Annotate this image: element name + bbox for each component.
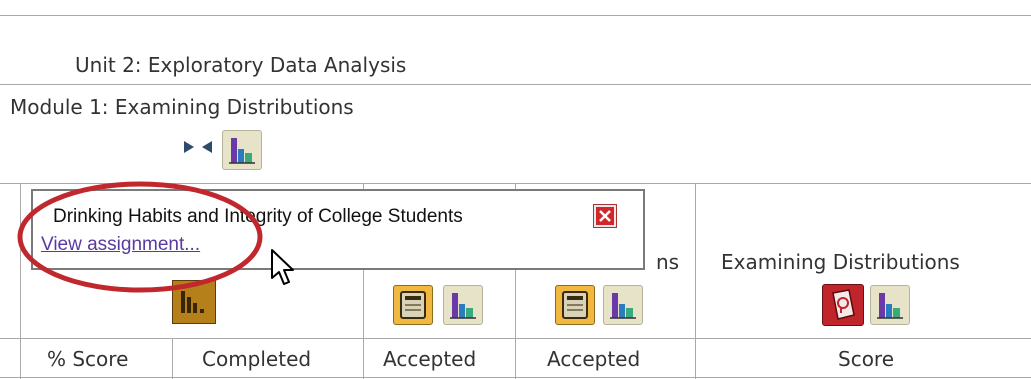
mouse-cursor-icon (271, 249, 294, 285)
annotation-ellipse (17, 181, 263, 293)
